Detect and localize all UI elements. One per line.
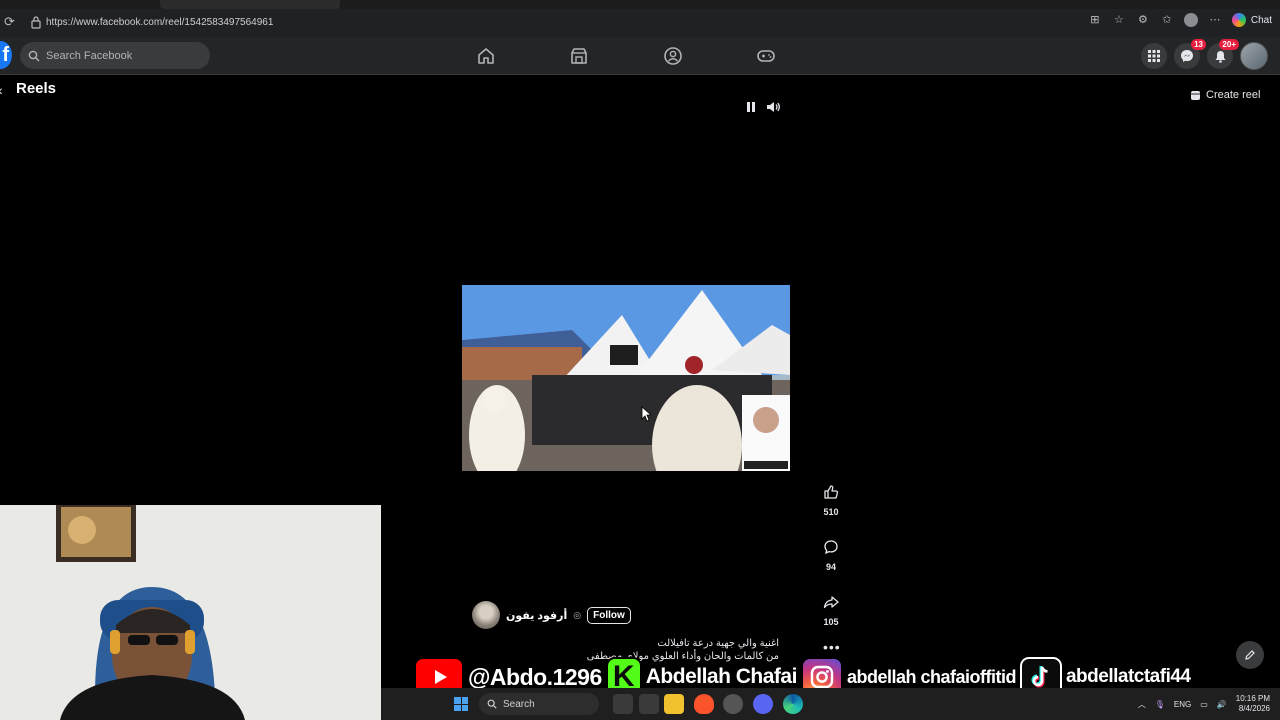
- more-menu-icon[interactable]: ⋯: [1208, 13, 1222, 27]
- youtube-handle: @Abdo.1296: [468, 663, 602, 690]
- facebook-search-box[interactable]: [20, 42, 210, 69]
- menu-grid-icon: [1148, 50, 1160, 62]
- messenger-icon: [1181, 50, 1193, 62]
- microphone-icon[interactable]: 🎙: [1155, 700, 1165, 709]
- marketplace-icon[interactable]: [568, 45, 590, 67]
- author-avatar[interactable]: [472, 601, 500, 629]
- webcam-image: [0, 505, 381, 720]
- site-info-icon[interactable]: [30, 15, 42, 29]
- clock-time: 10:16 PM: [1235, 694, 1270, 703]
- discord-icon[interactable]: [753, 694, 773, 714]
- taskview-icon[interactable]: [613, 694, 633, 714]
- webcam-overlay: [0, 505, 381, 720]
- reel-author: أرفود يفون ◎ Follow: [472, 601, 631, 629]
- caption-line-1: اغنية والي جهية درعة تافيلالت: [657, 638, 779, 649]
- create-reel-button[interactable]: Create reel: [1184, 85, 1266, 105]
- notifications-badge: 20+: [1219, 39, 1239, 50]
- back-arrow-icon[interactable]: ‹: [0, 82, 3, 98]
- volume-icon[interactable]: [765, 100, 781, 114]
- like-count: 510: [823, 507, 839, 517]
- comment-count: 94: [825, 562, 836, 572]
- favorite-star-icon[interactable]: ☆: [1112, 13, 1126, 27]
- windows-taskbar: Search ︿ 🎙 ENG ▭ 🔊 10:16 PM 8/4/2026: [381, 688, 1280, 720]
- taskbar-clock[interactable]: 10:16 PM 8/4/2026: [1236, 694, 1270, 714]
- messenger-button[interactable]: 13: [1174, 39, 1206, 69]
- clock-date: 8/4/2026: [1238, 704, 1270, 713]
- tiktok-handle: abdellatctafi44: [1065, 666, 1191, 687]
- menu-button[interactable]: [1141, 43, 1167, 69]
- extensions-icon[interactable]: ⚙: [1136, 13, 1150, 27]
- system-tray: ︿ 🎙 ENG ▭ 🔊 10:16 PM 8/4/2026: [1138, 688, 1270, 720]
- brave-browser-icon[interactable]: [694, 694, 714, 714]
- taskbar-search-icon: [487, 699, 497, 709]
- reel-video[interactable]: [462, 285, 790, 471]
- bell-icon: [1215, 50, 1225, 63]
- facebook-top-bar: f Search Facebook 13 20+: [0, 37, 1280, 75]
- share-icon: [823, 596, 839, 609]
- create-reel-label: Create reel: [1206, 89, 1261, 101]
- create-reel-icon: [1191, 90, 1200, 100]
- reload-icon[interactable]: ⟳: [4, 15, 18, 29]
- groups-icon[interactable]: [662, 45, 684, 67]
- search-icon: [28, 50, 40, 61]
- search-input[interactable]: [46, 49, 196, 62]
- video-controls: [745, 100, 781, 114]
- copilot-icon: [1231, 13, 1246, 27]
- gaming-icon[interactable]: [755, 45, 777, 67]
- edge-browser-icon[interactable]: [783, 694, 803, 714]
- app-available-icon[interactable]: ⊞: [1088, 13, 1102, 27]
- taskbar-search-label: Search: [503, 698, 535, 710]
- favorites-icon[interactable]: ✩: [1160, 13, 1174, 27]
- comment-button[interactable]: [819, 535, 843, 559]
- more-options-icon[interactable]: •••: [823, 639, 841, 655]
- compose-icon: [1245, 650, 1255, 660]
- profile-avatar[interactable]: [1240, 42, 1268, 70]
- browser-tab-active[interactable]: [160, 0, 340, 9]
- share-count: 105: [823, 617, 839, 627]
- chat-label: Chat: [1250, 14, 1272, 26]
- browser-toolbar: ⊞ ☆ ⚙ ✩ ⋯ Chat: [1088, 13, 1272, 27]
- widgets-icon[interactable]: [639, 694, 659, 714]
- kick-handle: Abdellah Chafai: [645, 665, 798, 688]
- input-language[interactable]: ENG: [1174, 700, 1191, 709]
- browser-profile-avatar[interactable]: [1183, 13, 1198, 27]
- like-button[interactable]: [819, 480, 843, 504]
- comment-icon: [824, 540, 838, 555]
- notifications-button[interactable]: 20+: [1207, 39, 1239, 69]
- reel-actions: 510 94 105: [815, 480, 847, 645]
- windows-start-icon[interactable]: [454, 697, 468, 711]
- mouse-cursor-icon: [641, 406, 651, 422]
- browser-tab-strip: [0, 0, 1280, 9]
- tray-overflow-icon[interactable]: ︿: [1138, 699, 1146, 710]
- pause-icon[interactable]: [745, 100, 757, 114]
- instagram-handle: abdellah chafaioffitid: [846, 666, 1017, 687]
- network-icon[interactable]: ▭: [1200, 700, 1208, 709]
- taskbar-search[interactable]: Search: [479, 693, 599, 715]
- url-field[interactable]: https://www.facebook.com/reel/1542583497…: [46, 17, 273, 28]
- browser-address-bar: ⟳ https://www.facebook.com/reel/15425834…: [0, 9, 1280, 37]
- facebook-logo[interactable]: f: [0, 41, 12, 69]
- home-icon[interactable]: [475, 45, 497, 67]
- author-name[interactable]: أرفود يفون: [506, 609, 567, 622]
- new-message-button[interactable]: [1236, 641, 1264, 669]
- file-explorer-icon[interactable]: [664, 694, 684, 714]
- video-frame-image: [462, 285, 790, 471]
- globe-icon: ◎: [573, 609, 582, 620]
- messenger-badge: 13: [1191, 39, 1206, 50]
- like-icon: [824, 485, 839, 499]
- settings-app-icon[interactable]: [723, 694, 743, 714]
- speaker-icon[interactable]: 🔊: [1217, 700, 1227, 709]
- copilot-chat-button[interactable]: Chat: [1231, 13, 1272, 27]
- page-title: Reels: [16, 80, 57, 97]
- follow-button[interactable]: Follow: [587, 606, 631, 624]
- share-button[interactable]: [819, 590, 843, 614]
